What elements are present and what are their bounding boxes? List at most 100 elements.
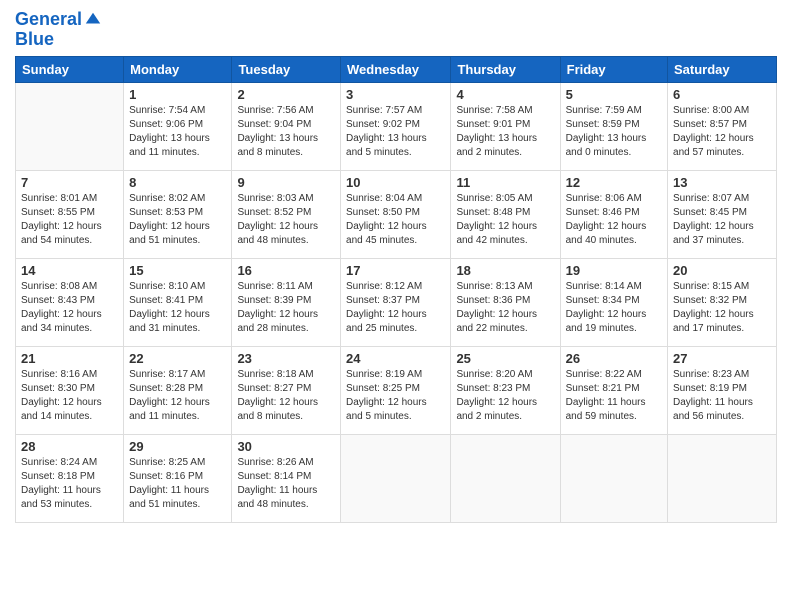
calendar-cell: 11 Sunrise: 8:05 AM Sunset: 8:48 PM Dayli… xyxy=(451,170,560,258)
day-info: Sunrise: 8:06 AM Sunset: 8:46 PM Dayligh… xyxy=(566,192,662,248)
calendar-cell: 21 Sunrise: 8:16 AM Sunset: 8:30 PM Dayli… xyxy=(16,346,124,434)
calendar-cell: 7Sunrise: 8:01 AM Sunset: 8:55 PM Daylig… xyxy=(16,170,124,258)
calendar-cell: 6 Sunrise: 8:00 AM Sunset: 8:57 PM Daylig… xyxy=(668,82,777,170)
week-row-4: 28 Sunrise: 8:24 AM Sunset: 8:18 PM Dayli… xyxy=(16,434,777,522)
day-number: 3 xyxy=(346,87,445,102)
day-number: 1 xyxy=(129,87,226,102)
calendar-cell: 26 Sunrise: 8:22 AM Sunset: 8:21 PM Dayli… xyxy=(560,346,667,434)
calendar-cell: 13 Sunrise: 8:07 AM Sunset: 8:45 PM Dayli… xyxy=(668,170,777,258)
day-number: 13 xyxy=(673,175,771,190)
week-row-1: 7Sunrise: 8:01 AM Sunset: 8:55 PM Daylig… xyxy=(16,170,777,258)
week-row-2: 14Sunrise: 8:08 AM Sunset: 8:43 PM Dayli… xyxy=(16,258,777,346)
day-info: Sunrise: 8:26 AM Sunset: 8:14 PM Dayligh… xyxy=(237,456,335,512)
calendar-cell: 9Sunrise: 8:03 AM Sunset: 8:52 PM Daylig… xyxy=(232,170,341,258)
calendar-cell: 4Sunrise: 7:58 AM Sunset: 9:01 PM Daylig… xyxy=(451,82,560,170)
day-info: Sunrise: 8:13 AM Sunset: 8:36 PM Dayligh… xyxy=(456,280,554,336)
calendar-cell xyxy=(560,434,667,522)
weekday-header-saturday: Saturday xyxy=(668,56,777,82)
day-info: Sunrise: 8:17 AM Sunset: 8:28 PM Dayligh… xyxy=(129,368,226,424)
day-info: Sunrise: 7:54 AM Sunset: 9:06 PM Dayligh… xyxy=(129,104,226,160)
day-number: 27 xyxy=(673,351,771,366)
logo: General Blue xyxy=(15,10,102,50)
calendar-cell: 3 Sunrise: 7:57 AM Sunset: 9:02 PM Daylig… xyxy=(341,82,451,170)
day-info: Sunrise: 8:04 AM Sunset: 8:50 PM Dayligh… xyxy=(346,192,445,248)
calendar-cell xyxy=(341,434,451,522)
day-number: 10 xyxy=(346,175,445,190)
calendar-cell: 15 Sunrise: 8:10 AM Sunset: 8:41 PM Dayli… xyxy=(124,258,232,346)
calendar-cell: 2Sunrise: 7:56 AM Sunset: 9:04 PM Daylig… xyxy=(232,82,341,170)
day-number: 29 xyxy=(129,439,226,454)
day-info: Sunrise: 8:16 AM Sunset: 8:30 PM Dayligh… xyxy=(21,368,118,424)
day-number: 25 xyxy=(456,351,554,366)
day-number: 6 xyxy=(673,87,771,102)
day-info: Sunrise: 8:22 AM Sunset: 8:21 PM Dayligh… xyxy=(566,368,662,424)
day-info: Sunrise: 8:12 AM Sunset: 8:37 PM Dayligh… xyxy=(346,280,445,336)
day-info: Sunrise: 7:56 AM Sunset: 9:04 PM Dayligh… xyxy=(237,104,335,160)
day-info: Sunrise: 8:18 AM Sunset: 8:27 PM Dayligh… xyxy=(237,368,335,424)
week-row-3: 21 Sunrise: 8:16 AM Sunset: 8:30 PM Dayli… xyxy=(16,346,777,434)
calendar-cell: 20 Sunrise: 8:15 AM Sunset: 8:32 PM Dayli… xyxy=(668,258,777,346)
weekday-header-row: SundayMondayTuesdayWednesdayThursdayFrid… xyxy=(16,56,777,82)
day-info: Sunrise: 7:59 AM Sunset: 8:59 PM Dayligh… xyxy=(566,104,662,160)
logo-icon xyxy=(84,10,102,28)
day-info: Sunrise: 8:02 AM Sunset: 8:53 PM Dayligh… xyxy=(129,192,226,248)
calendar-cell: 19Sunrise: 8:14 AM Sunset: 8:34 PM Dayli… xyxy=(560,258,667,346)
weekday-header-tuesday: Tuesday xyxy=(232,56,341,82)
weekday-header-thursday: Thursday xyxy=(451,56,560,82)
calendar-cell: 10 Sunrise: 8:04 AM Sunset: 8:50 PM Dayli… xyxy=(341,170,451,258)
calendar-cell: 25 Sunrise: 8:20 AM Sunset: 8:23 PM Dayli… xyxy=(451,346,560,434)
weekday-header-sunday: Sunday xyxy=(16,56,124,82)
week-row-0: 1 Sunrise: 7:54 AM Sunset: 9:06 PM Daylig… xyxy=(16,82,777,170)
day-info: Sunrise: 8:19 AM Sunset: 8:25 PM Dayligh… xyxy=(346,368,445,424)
calendar-cell: 28 Sunrise: 8:24 AM Sunset: 8:18 PM Dayli… xyxy=(16,434,124,522)
calendar-cell: 30 Sunrise: 8:26 AM Sunset: 8:14 PM Dayli… xyxy=(232,434,341,522)
weekday-header-monday: Monday xyxy=(124,56,232,82)
weekday-header-friday: Friday xyxy=(560,56,667,82)
calendar-cell: 18 Sunrise: 8:13 AM Sunset: 8:36 PM Dayli… xyxy=(451,258,560,346)
day-info: Sunrise: 8:01 AM Sunset: 8:55 PM Dayligh… xyxy=(21,192,118,248)
day-number: 11 xyxy=(456,175,554,190)
day-number: 5 xyxy=(566,87,662,102)
calendar-cell: 14Sunrise: 8:08 AM Sunset: 8:43 PM Dayli… xyxy=(16,258,124,346)
logo-text-general: General xyxy=(15,10,82,30)
calendar-cell: 16 Sunrise: 8:11 AM Sunset: 8:39 PM Dayli… xyxy=(232,258,341,346)
day-number: 16 xyxy=(237,263,335,278)
day-info: Sunrise: 8:20 AM Sunset: 8:23 PM Dayligh… xyxy=(456,368,554,424)
day-number: 24 xyxy=(346,351,445,366)
header: General Blue xyxy=(15,10,777,50)
calendar: SundayMondayTuesdayWednesdayThursdayFrid… xyxy=(15,56,777,523)
calendar-cell: 8Sunrise: 8:02 AM Sunset: 8:53 PM Daylig… xyxy=(124,170,232,258)
day-number: 15 xyxy=(129,263,226,278)
weekday-header-wednesday: Wednesday xyxy=(341,56,451,82)
day-info: Sunrise: 8:25 AM Sunset: 8:16 PM Dayligh… xyxy=(129,456,226,512)
day-number: 28 xyxy=(21,439,118,454)
calendar-cell: 17 Sunrise: 8:12 AM Sunset: 8:37 PM Dayli… xyxy=(341,258,451,346)
day-number: 17 xyxy=(346,263,445,278)
day-number: 22 xyxy=(129,351,226,366)
day-number: 26 xyxy=(566,351,662,366)
calendar-cell xyxy=(451,434,560,522)
day-number: 21 xyxy=(21,351,118,366)
day-number: 20 xyxy=(673,263,771,278)
calendar-cell: 1 Sunrise: 7:54 AM Sunset: 9:06 PM Daylig… xyxy=(124,82,232,170)
day-info: Sunrise: 8:11 AM Sunset: 8:39 PM Dayligh… xyxy=(237,280,335,336)
day-info: Sunrise: 8:23 AM Sunset: 8:19 PM Dayligh… xyxy=(673,368,771,424)
day-number: 23 xyxy=(237,351,335,366)
calendar-cell: 12 Sunrise: 8:06 AM Sunset: 8:46 PM Dayli… xyxy=(560,170,667,258)
day-info: Sunrise: 8:15 AM Sunset: 8:32 PM Dayligh… xyxy=(673,280,771,336)
day-number: 9 xyxy=(237,175,335,190)
calendar-cell: 24 Sunrise: 8:19 AM Sunset: 8:25 PM Dayli… xyxy=(341,346,451,434)
day-info: Sunrise: 8:07 AM Sunset: 8:45 PM Dayligh… xyxy=(673,192,771,248)
day-info: Sunrise: 8:24 AM Sunset: 8:18 PM Dayligh… xyxy=(21,456,118,512)
calendar-cell: 27 Sunrise: 8:23 AM Sunset: 8:19 PM Dayli… xyxy=(668,346,777,434)
calendar-cell xyxy=(668,434,777,522)
day-info: Sunrise: 7:57 AM Sunset: 9:02 PM Dayligh… xyxy=(346,104,445,160)
day-number: 12 xyxy=(566,175,662,190)
day-info: Sunrise: 8:00 AM Sunset: 8:57 PM Dayligh… xyxy=(673,104,771,160)
day-number: 4 xyxy=(456,87,554,102)
day-number: 18 xyxy=(456,263,554,278)
logo-text-blue: Blue xyxy=(15,30,102,50)
day-number: 30 xyxy=(237,439,335,454)
day-info: Sunrise: 8:05 AM Sunset: 8:48 PM Dayligh… xyxy=(456,192,554,248)
day-info: Sunrise: 8:10 AM Sunset: 8:41 PM Dayligh… xyxy=(129,280,226,336)
